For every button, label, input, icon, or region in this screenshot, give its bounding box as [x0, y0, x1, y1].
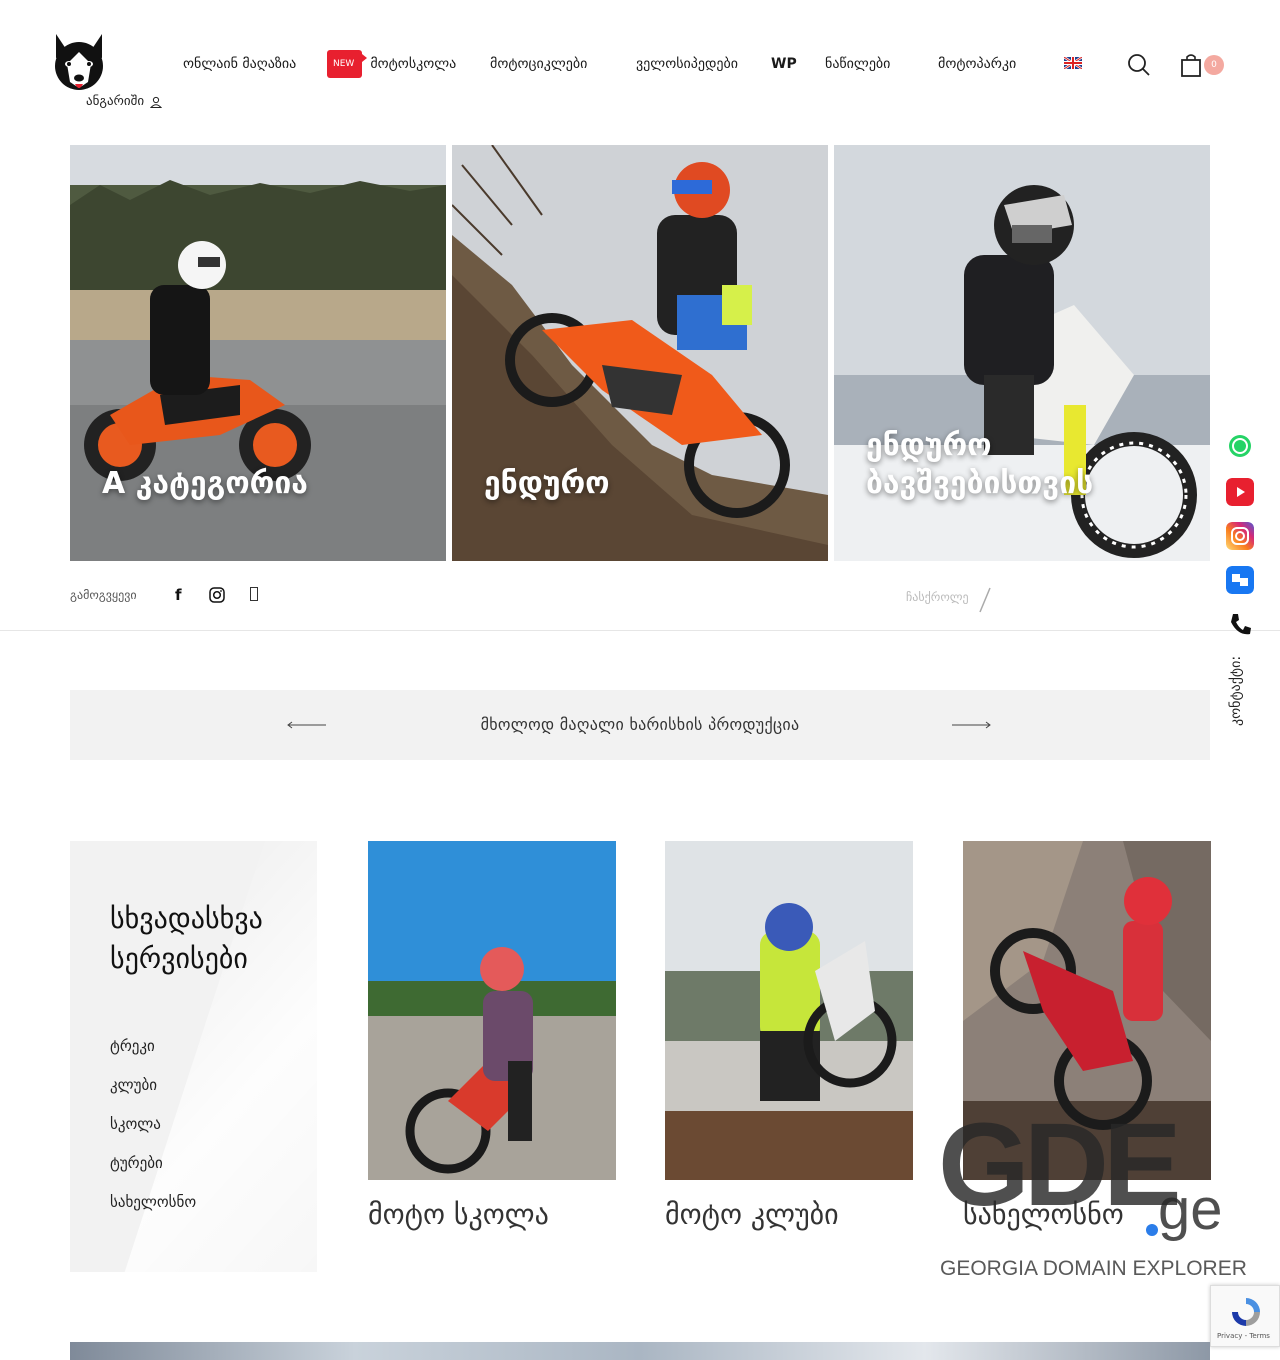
main-nav: ონლაინ მაღაზია NEW მოტოსკოლა მოტოციკლები … [0, 50, 1280, 78]
slide-enduro-kids[interactable]: ენდურო ბავშვებისთვის [834, 145, 1210, 561]
scroll-slash-icon [979, 587, 991, 613]
service-card-moto-club[interactable]: მოტო კლუბი [665, 841, 913, 1231]
gde-watermark: GDE ge GEORGIA DOMAIN EXPLORER [938, 1099, 1247, 1290]
nav-motopark[interactable]: მოტოპარკი [938, 52, 1016, 76]
service-item-tours[interactable]: ტურები [110, 1151, 196, 1190]
nav-parts[interactable]: ნაწილები [825, 52, 890, 76]
card-image[interactable] [368, 841, 616, 1180]
service-item-track[interactable]: ტრეკი [110, 1034, 196, 1073]
recaptcha-privacy-link[interactable]: Privacy [1217, 1332, 1242, 1340]
nav-bicycles[interactable]: ველოსიპედები [636, 52, 738, 76]
whatsapp-icon[interactable] [1226, 432, 1254, 460]
section-divider [0, 630, 1280, 631]
uk-flag-icon[interactable] [1064, 57, 1082, 69]
service-card-moto-school[interactable]: მოტო სკოლა [368, 841, 616, 1231]
watermark-logo-text: GDE [938, 1099, 1182, 1231]
site-header: ანგარიში ონლაინ მაღაზია NEW მოტოსკოლა მოტ… [0, 0, 1280, 130]
recaptcha-links: Privacy - Terms [1217, 1332, 1270, 1340]
new-badge: NEW [327, 50, 368, 78]
services-list: ტრეკი კლუბი სკოლა ტურები სახელოსნო [110, 1034, 196, 1229]
social-icon-placeholder[interactable] [250, 587, 258, 601]
account-link[interactable]: ანგარიში [86, 94, 163, 109]
search-icon[interactable] [1127, 53, 1151, 77]
nav-moto-school[interactable]: NEW მოტოსკოლა [327, 50, 457, 80]
account-label: ანგარიში [86, 94, 145, 109]
shopping-bag-icon[interactable] [1180, 53, 1202, 77]
card-title: მოტო კლუბი [665, 1198, 839, 1231]
follow-label: გამოგვყევი [70, 588, 137, 602]
banner-text: მხოლოდ მაღალი ხარისხის პროდუქცია [480, 715, 800, 734]
watermark-tld: ge [1158, 1177, 1223, 1242]
messenger-icon[interactable] [1226, 566, 1254, 594]
nav-wp[interactable]: WP [771, 52, 797, 76]
arrow-right-icon[interactable] [952, 719, 992, 731]
services-title-line2: სერვისები [110, 942, 248, 975]
slide-title: ენდურო [484, 466, 610, 501]
contact-label: კონტაქტი: [1228, 656, 1244, 727]
card-image[interactable] [665, 841, 913, 1180]
nav-motorcycles[interactable]: მოტოციკლები [490, 52, 587, 76]
cart-count-badge: 0 [1204, 55, 1224, 75]
photo-moto-school [368, 841, 616, 1180]
recaptcha-badge[interactable]: Privacy - Terms [1210, 1285, 1280, 1347]
service-item-club[interactable]: კლუბი [110, 1073, 196, 1112]
card-title: მოტო სკოლა [368, 1198, 549, 1231]
services-card: სხვადასხვა სერვისები ტრეკი კლუბი სკოლა ტ… [70, 841, 317, 1272]
recaptcha-icon [1232, 1298, 1260, 1326]
slide-a-category[interactable]: A კატეგორია [70, 145, 446, 561]
facebook-icon[interactable]: f [175, 586, 182, 604]
slide-title: A კატეგორია [102, 466, 308, 501]
service-item-school[interactable]: სკოლა [110, 1112, 196, 1151]
phone-icon[interactable] [1226, 610, 1254, 638]
recaptcha-terms-link[interactable]: Terms [1249, 1332, 1270, 1340]
photo-moto-club [665, 841, 913, 1180]
user-icon [150, 96, 163, 108]
nav-moto-school-label: მოტოსკოლა [370, 56, 457, 72]
slide-enduro[interactable]: ენდურო [452, 145, 828, 561]
instagram-icon[interactable] [209, 587, 225, 603]
next-section-image-edge [70, 1342, 1210, 1360]
nav-online-shop[interactable]: ონლაინ მაღაზია [183, 52, 296, 76]
service-item-workshop[interactable]: სახელოსნო [110, 1190, 196, 1229]
youtube-icon[interactable] [1226, 478, 1254, 506]
instagram-icon[interactable] [1226, 522, 1254, 550]
scroll-down-label[interactable]: ჩასქროლე [906, 590, 969, 604]
services-title: სხვადასხვა სერვისები [110, 899, 263, 979]
services-title-line1: სხვადასხვა [110, 902, 263, 935]
watermark-dot [1146, 1224, 1158, 1236]
quality-banner: მხოლოდ მაღალი ხარისხის პროდუქცია [70, 690, 1210, 760]
watermark-subtitle: GEORGIA DOMAIN EXPLORER [940, 1257, 1247, 1280]
slide-title: ენდურო ბავშვებისთვის [866, 428, 1094, 501]
hero-slider: A კატეგორია ენდურო ენდურო ბავშვებისთვის [70, 145, 1210, 561]
